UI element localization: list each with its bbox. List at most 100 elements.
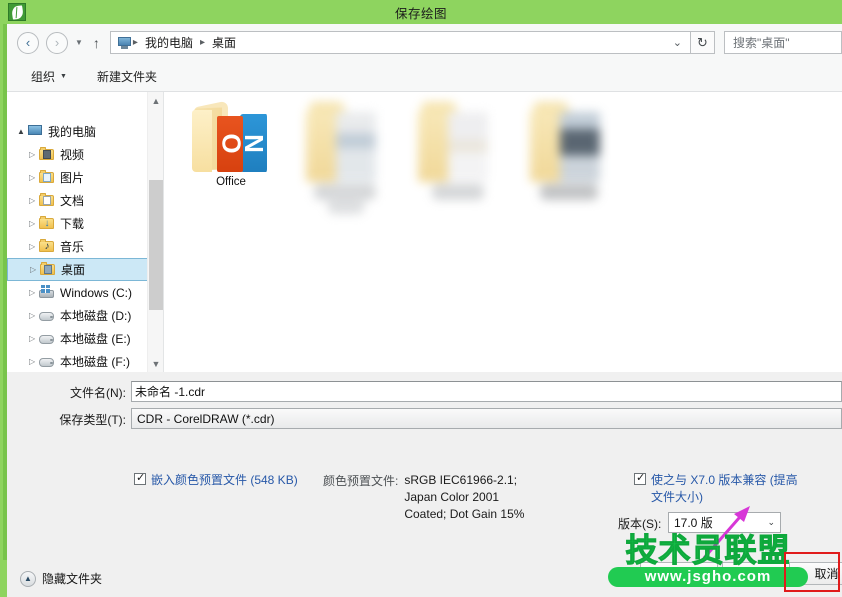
advanced-button[interactable]: 高级(A) — [640, 562, 718, 585]
cancel-button[interactable]: 取消 — [789, 562, 842, 585]
chevron-collapsed-icon[interactable]: ▷ — [29, 196, 39, 205]
compat-label: 使之与 X7.0 版本兼容 (提高文件大小) — [651, 473, 798, 504]
chevron-down-icon[interactable]: ▼ — [148, 355, 164, 372]
tree-item-6[interactable]: ▷ 桌面 — [7, 258, 150, 281]
breadcrumb-my-computer[interactable]: 我的电脑 — [142, 33, 196, 52]
refresh-icon: ↻ — [697, 34, 708, 50]
folder-tree: ▲ 我的电脑 ▷ 视频 ▷ 图片 ▷ 文档 ▷ ↓ 下载 ▷ ♪ 音乐 ▷ 桌面 ▷ Windows (C:) ▷ 本… — [7, 92, 152, 372]
chevron-collapsed-icon[interactable]: ▷ — [29, 219, 39, 228]
hide-folders-label: 隐藏文件夹 — [42, 572, 103, 586]
hide-folders-button[interactable]: ▲ 隐藏文件夹 — [20, 570, 102, 587]
list-item-label: Office — [216, 176, 246, 188]
tree-item-2[interactable]: ▷ 图片 — [7, 166, 152, 189]
new-folder-button[interactable]: 新建文件夹 — [91, 65, 163, 88]
chevron-collapsed-icon[interactable]: ▷ — [29, 288, 39, 297]
tree-item-7[interactable]: ▷ Windows (C:) — [7, 281, 152, 304]
tree-item-4[interactable]: ▷ ↓ 下载 — [7, 212, 152, 235]
chevron-up-circle-icon: ▲ — [20, 570, 36, 587]
coreldraw-icon — [8, 3, 26, 21]
recent-locations-button[interactable]: ▼ — [75, 38, 83, 47]
local-disk-icon — [39, 331, 55, 346]
back-button[interactable]: ‹ — [17, 31, 39, 54]
chevron-expanded-icon[interactable]: ▲ — [17, 127, 27, 136]
tree-item-8[interactable]: ▷ 本地磁盘 (D:) — [7, 304, 152, 327]
tree-item-5[interactable]: ▷ ♪ 音乐 — [7, 235, 152, 258]
arrow-right-icon: › — [54, 35, 60, 50]
computer-icon — [27, 124, 43, 139]
compat-checkbox[interactable]: ✓ — [634, 472, 646, 485]
filename-input[interactable]: 未命名 -1.cdr — [131, 381, 842, 402]
list-item[interactable] — [292, 96, 402, 230]
embed-profile-label: 嵌入颜色预置文件 (548 KB) — [151, 473, 298, 487]
command-toolbar: 组织 ▼ 新建文件夹 — [7, 61, 842, 92]
folder-video-icon — [39, 147, 55, 162]
title-bar: 保存绘图 — [0, 0, 842, 24]
computer-icon — [117, 36, 132, 50]
breadcrumb-separator: ▸ — [132, 37, 138, 48]
refresh-button[interactable]: ↻ — [691, 31, 715, 54]
search-input[interactable]: 搜索"桌面" — [724, 31, 842, 54]
tree-item-3[interactable]: ▷ 文档 — [7, 189, 152, 212]
arrow-up-icon: ↑ — [92, 34, 100, 51]
breadcrumb-desktop[interactable]: 桌面 — [209, 33, 239, 52]
save-button[interactable]: 保存(S) — [722, 562, 797, 585]
folder-desktop-icon — [40, 262, 56, 277]
nav-pane-scrollbar[interactable]: ▲ ▼ — [147, 92, 163, 372]
forward-button[interactable]: › — [46, 31, 68, 54]
breadcrumb-separator: ▸ — [199, 37, 205, 48]
chevron-collapsed-icon[interactable]: ▷ — [30, 265, 40, 274]
navigation-pane: ▲ 我的电脑 ▷ 视频 ▷ 图片 ▷ 文档 ▷ ↓ 下载 ▷ ♪ 音乐 ▷ 桌面 ▷ Windows (C:) ▷ 本… — [7, 92, 152, 372]
chevron-collapsed-icon[interactable]: ▷ — [29, 311, 39, 320]
chevron-collapsed-icon[interactable]: ▷ — [29, 150, 39, 159]
scrollbar-thumb[interactable] — [149, 180, 163, 310]
folder-icon — [404, 96, 514, 228]
local-disk-icon — [39, 354, 55, 369]
list-item[interactable] — [404, 96, 514, 230]
compat-option[interactable]: ✓ 使之与 X7.0 版本兼容 (提高文件大小) — [634, 472, 809, 506]
chevron-collapsed-icon[interactable]: ▷ — [29, 357, 39, 366]
up-button[interactable]: ↑ — [93, 35, 100, 51]
chevron-down-icon: ▼ — [75, 38, 83, 47]
list-item[interactable]: N O Office — [176, 100, 286, 188]
chevron-up-icon[interactable]: ▲ — [148, 92, 164, 109]
color-profile-line: sRGB IEC61966-2.1; — [404, 473, 518, 487]
embed-profile-checkbox[interactable]: ✓ — [134, 472, 146, 485]
tree-item-label: 我的电脑 — [48, 125, 97, 139]
filename-label: 文件名(N): — [70, 386, 126, 400]
new-folder-label: 新建文件夹 — [96, 69, 157, 84]
office-folder-icon: N O — [192, 100, 270, 174]
chevron-collapsed-icon[interactable]: ▷ — [29, 334, 39, 343]
tree-item-0[interactable]: ▲ 我的电脑 — [7, 120, 152, 143]
arrow-left-icon: ‹ — [25, 35, 31, 50]
left-edge-strip-bottom — [0, 560, 7, 597]
embed-profile-option[interactable]: ✓ 嵌入颜色预置文件 (548 KB) — [134, 472, 304, 489]
folder-downloads-icon: ↓ — [39, 216, 55, 231]
chevron-collapsed-icon[interactable]: ▷ — [29, 173, 39, 182]
address-bar[interactable]: ▸ 我的电脑 ▸ 桌面 ⌄ — [109, 31, 691, 54]
tree-item-label: 本地磁盘 (D:) — [60, 309, 132, 323]
chevron-down-icon: ▼ — [60, 72, 67, 80]
organize-button[interactable]: 组织 ▼ — [25, 65, 73, 88]
filetype-select[interactable]: CDR - CorelDRAW (*.cdr) — [131, 408, 842, 429]
folder-music-icon: ♪ — [39, 239, 55, 254]
local-disk-icon — [39, 308, 55, 323]
tree-item-label: Windows (C:) — [60, 285, 133, 300]
tree-item-1[interactable]: ▷ 视频 — [7, 143, 152, 166]
folder-icon — [516, 96, 626, 228]
version-select[interactable]: 17.0 版 ⌄ — [668, 512, 781, 533]
tree-item-10[interactable]: ▷ 本地磁盘 (F:) — [7, 350, 152, 372]
tree-item-label: 下载 — [60, 217, 85, 231]
chevron-down-icon[interactable]: ⌄ — [673, 36, 686, 49]
left-edge-strip — [0, 24, 7, 597]
tree-item-9[interactable]: ▷ 本地磁盘 (E:) — [7, 327, 152, 350]
chevron-collapsed-icon[interactable]: ▷ — [29, 242, 39, 251]
file-list-view[interactable]: N O Office — [164, 92, 842, 372]
folder-pictures-icon — [39, 170, 55, 185]
filetype-label: 保存类型(T): — [59, 413, 126, 427]
tree-item-label: 本地磁盘 (E:) — [60, 332, 131, 346]
color-profile-line: Coated; Dot Gain 15% — [404, 507, 525, 521]
organize-label: 组织 — [31, 69, 56, 84]
windows-drive-icon — [39, 285, 55, 300]
list-item[interactable] — [516, 96, 626, 230]
tree-item-label: 图片 — [60, 171, 85, 185]
